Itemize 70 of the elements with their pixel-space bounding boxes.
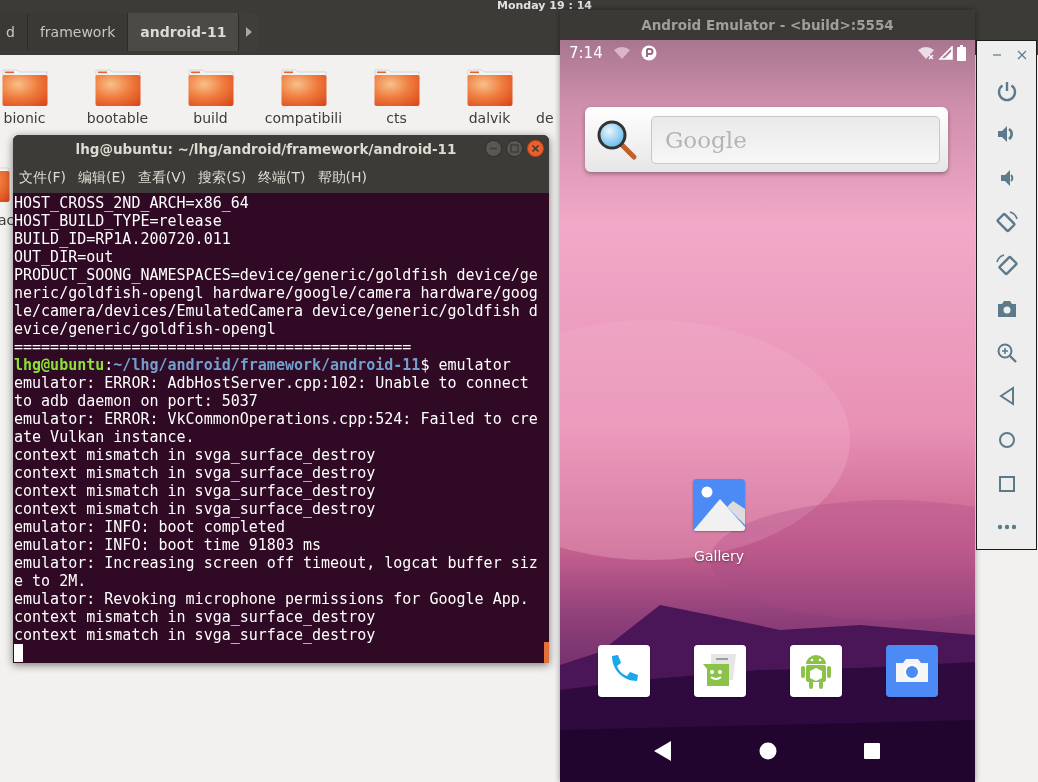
menu-item[interactable]: 查看(V) xyxy=(137,169,187,187)
output-line: context mismatch in svga_surface_destroy xyxy=(14,446,377,464)
folder-icon[interactable] xyxy=(280,67,327,107)
battery-icon xyxy=(957,45,966,61)
output-line: to adb daemon on port: 5037 xyxy=(14,392,259,410)
output-line: neric/goldfish-opengl hardware/google/camera hardware/goog xyxy=(14,284,539,302)
output-line: emulator: ERROR: VkCommonOperations.cpp:524: Failed to cre xyxy=(14,410,539,428)
phone-icon[interactable] xyxy=(598,645,650,697)
folder-label[interactable]: compatibili xyxy=(264,110,343,126)
output-line: evice/generic/goldfish-opengl xyxy=(14,320,277,338)
folder-icon[interactable] xyxy=(373,67,420,107)
output-line: context mismatch in svga_surface_destroy xyxy=(14,482,377,500)
path-button[interactable]: android-11 xyxy=(128,13,240,51)
folder-icon[interactable] xyxy=(94,67,141,107)
caret-icon xyxy=(246,27,253,37)
folder-label[interactable]: build xyxy=(193,110,228,126)
menu-item[interactable]: 帮助(H) xyxy=(317,169,368,187)
output-line: context mismatch in svga_surface_destroy xyxy=(14,626,377,644)
output-line: HOST_CROSS_2ND_ARCH=x86_64 xyxy=(14,194,250,212)
status-time: 7:14 xyxy=(569,44,603,62)
folder-label[interactable]: bionic xyxy=(3,110,46,126)
output-line: ============================================ xyxy=(14,338,413,356)
menu-item[interactable]: 编辑(E) xyxy=(78,169,126,187)
output-line: emulator: Revoking microphone permissions for Google App. xyxy=(14,590,530,608)
folder-label[interactable]: cts xyxy=(386,110,407,126)
gallery-icon[interactable] xyxy=(693,479,745,531)
output-line: le/camera/devices/EmulatedCamera device/generic/goldfish d xyxy=(14,302,539,320)
output-line: context mismatch in svga_surface_destroy xyxy=(14,608,377,626)
messages-icon[interactable] xyxy=(694,645,746,697)
output-line: context mismatch in svga_surface_destroy xyxy=(14,464,377,482)
folder-label[interactable]: dalvik xyxy=(468,110,511,126)
output-line: BUILD_ID=RP1A.200720.011 xyxy=(14,230,232,248)
folder-icon[interactable] xyxy=(187,67,234,107)
wifi-icon xyxy=(612,46,631,60)
wifi-off-icon xyxy=(917,46,935,60)
rotate-right-icon[interactable] xyxy=(994,253,1019,278)
scrollbar-thumb[interactable] xyxy=(544,642,549,663)
output-line: e to 2M. xyxy=(14,572,88,590)
menu-item[interactable]: 文件(F) xyxy=(19,169,66,187)
output-line: HOST_BUILD_TYPE=release xyxy=(14,212,223,230)
back-icon[interactable] xyxy=(654,741,672,761)
output-line: emulator: INFO: boot time 91803 ms xyxy=(14,536,323,554)
close-icon[interactable] xyxy=(1017,49,1027,60)
menu-item[interactable]: 终端(T) xyxy=(258,169,306,187)
output-line: context mismatch in svga_surface_destroy xyxy=(14,500,377,518)
signal-icon xyxy=(939,46,953,60)
clock-label: Monday 19 : 14 xyxy=(497,0,592,12)
folder-label[interactable]: de xyxy=(536,110,554,126)
window-title: lhg@ubuntu: ~/lhg/android/framework/android-11 xyxy=(75,141,457,157)
app-label[interactable]: Gallery xyxy=(694,548,744,564)
output-line: emulator: Increasing screen off timeout, logcat buffer siz xyxy=(14,554,539,572)
output-line: emulator: ERROR: AdbHostServer.cpp:102: Unable to connect xyxy=(14,374,530,392)
menu-item[interactable]: 搜索(S) xyxy=(198,169,247,187)
window-title: Android Emulator - <build>:5554 xyxy=(641,17,894,33)
output-line: emulator: INFO: boot completed xyxy=(14,518,286,536)
folder-label[interactable]: bootable xyxy=(86,110,149,126)
recents-icon[interactable] xyxy=(863,742,881,760)
home-icon[interactable] xyxy=(758,742,777,760)
close-button[interactable] xyxy=(527,140,544,157)
output-line: ate Vulkan instance. xyxy=(14,428,196,446)
folder-icon[interactable] xyxy=(466,67,513,107)
camera-icon[interactable] xyxy=(886,645,938,697)
prompt-line: lhg@ubuntu:~/lhg/android/framework/android-11$ emulator xyxy=(14,356,512,374)
output-line: PRODUCT_SOONG_NAMESPACES=device/generic/goldfish device/ge xyxy=(14,266,539,284)
notification-icon xyxy=(640,45,657,61)
folder-icon[interactable] xyxy=(1,67,48,107)
output-line: OUT_DIR=out xyxy=(14,248,115,266)
android-icon[interactable] xyxy=(790,645,842,697)
rotate-left-icon[interactable] xyxy=(994,209,1019,234)
text-cursor xyxy=(14,644,23,662)
